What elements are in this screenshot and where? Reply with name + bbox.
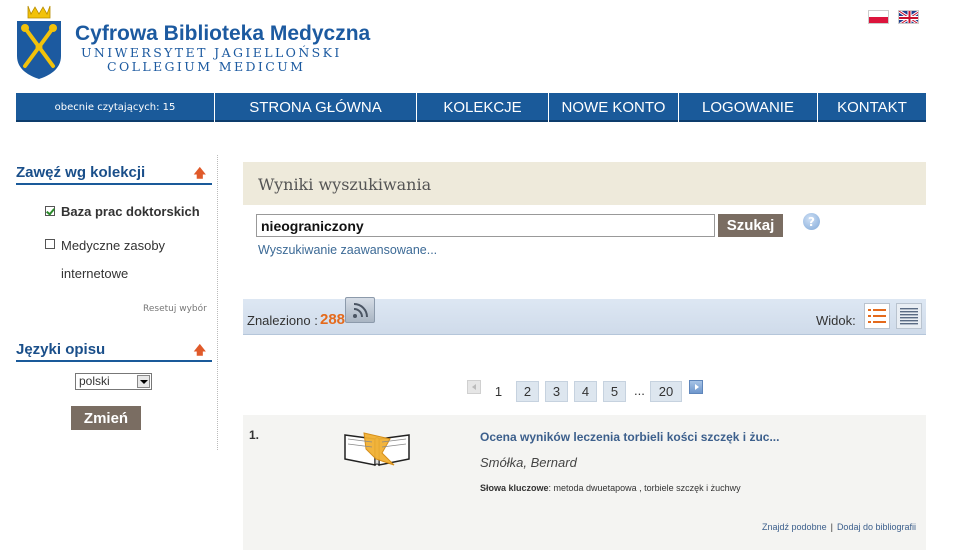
add-to-bibliography-link[interactable]: Dodaj do bibliografii — [837, 522, 916, 532]
page-title: Wyniki wyszukiwania — [258, 175, 432, 194]
university-crest-icon — [17, 5, 61, 79]
nav-home[interactable]: STRONA GŁÓWNA — [215, 93, 417, 122]
collection-label-medical-resources-line1[interactable]: Medyczne zasoby — [61, 238, 165, 253]
search-input[interactable] — [256, 214, 715, 237]
nav-login[interactable]: LOGOWANIE — [679, 93, 818, 122]
languages-title: Języki opisu — [16, 341, 106, 358]
advanced-search-link[interactable]: Wyszukiwanie zaawansowane... — [258, 243, 437, 257]
page-link[interactable]: 4 — [574, 381, 597, 402]
previous-page-icon[interactable] — [467, 380, 481, 394]
language-select[interactable]: polski — [75, 373, 152, 390]
result-keywords: Słowa kluczowe: metoda dwuetapowa , torb… — [480, 483, 741, 493]
site-subtitle-college: COLLEGIUM MEDICUM — [107, 59, 306, 74]
page-link[interactable]: 3 — [545, 381, 568, 402]
collections-filter-heading: Zawęź wg kolekcji 🡅 — [16, 164, 212, 185]
page-link[interactable]: 2 — [516, 381, 539, 402]
help-icon[interactable]: ? — [803, 213, 820, 230]
collapse-arrow-icon[interactable]: 🡅 — [194, 164, 206, 185]
collapse-arrow-icon[interactable]: 🡅 — [194, 341, 206, 362]
nav-new-account[interactable]: NOWE KONTO — [549, 93, 679, 122]
collections-filter-title: Zawęź wg kolekcji — [16, 164, 146, 181]
sidebar-divider — [217, 155, 218, 450]
keywords-label: Słowa kluczowe — [480, 483, 549, 493]
nav-contact[interactable]: KONTAKT — [818, 93, 926, 122]
view-label: Widok: — [816, 313, 856, 328]
result-author: Smółka, Bernard — [480, 455, 577, 470]
languages-heading: Języki opisu 🡅 — [16, 341, 212, 362]
rss-icon[interactable] — [345, 297, 375, 323]
result-number: 1. — [249, 428, 260, 442]
collection-label-doctoral[interactable]: Baza prac doktorskich — [61, 204, 200, 219]
chevron-down-icon[interactable] — [137, 375, 150, 388]
results-toolbar: Znaleziono : 288 Widok: — [243, 297, 926, 335]
change-language-button[interactable]: Zmień — [71, 406, 141, 430]
result-title-link[interactable]: Ocena wyników leczenia torbieli kości sz… — [480, 430, 779, 444]
compact-view-icon[interactable] — [896, 303, 922, 329]
page-link[interactable]: 5 — [603, 381, 626, 402]
uk-flag-icon[interactable] — [898, 10, 919, 24]
page-current: 1 — [494, 384, 503, 399]
results-header: Wyniki wyszukiwania — [243, 162, 926, 205]
language-selected-value: polski — [79, 374, 110, 388]
reset-selection-link[interactable]: Resetuj wybór — [143, 304, 207, 314]
search-button[interactable]: Szukaj — [718, 214, 783, 237]
main-navigation: obecnie czytających: 15 STRONA GŁÓWNA KO… — [16, 93, 926, 122]
list-view-icon[interactable] — [864, 303, 890, 329]
find-similar-link[interactable]: Znajdź podobne — [762, 522, 827, 532]
collection-label-medical-resources-line2[interactable]: internetowe — [61, 266, 128, 281]
result-item: 1. Ocena wyników leczenia torbieli kości… — [243, 415, 926, 550]
nav-collections[interactable]: KOLEKCJE — [417, 93, 549, 122]
next-page-icon[interactable] — [689, 380, 703, 394]
result-actions: Znajdź podobne | Dodaj do bibliografii — [762, 522, 916, 532]
keywords-value: : metoda dwuetapowa , torbiele szczęk i … — [548, 483, 741, 493]
found-count: 288 — [320, 311, 346, 328]
site-subtitle-university: UNIWERSYTET JAGIELLOŃSKI — [81, 45, 342, 60]
collection-checkbox-doctoral[interactable] — [45, 206, 55, 216]
page-link-last[interactable]: 20 — [650, 381, 682, 402]
site-title: Cyfrowa Biblioteka Medyczna — [75, 22, 371, 45]
found-label: Znaleziono : — [247, 313, 318, 328]
collection-checkbox-medical-resources[interactable] — [45, 239, 55, 249]
page-ellipsis: ... — [634, 383, 645, 398]
book-icon[interactable] — [342, 425, 412, 467]
polish-flag-icon[interactable] — [868, 10, 889, 24]
link-separator: | — [830, 522, 833, 532]
readers-counter: obecnie czytających: 15 — [16, 93, 215, 122]
